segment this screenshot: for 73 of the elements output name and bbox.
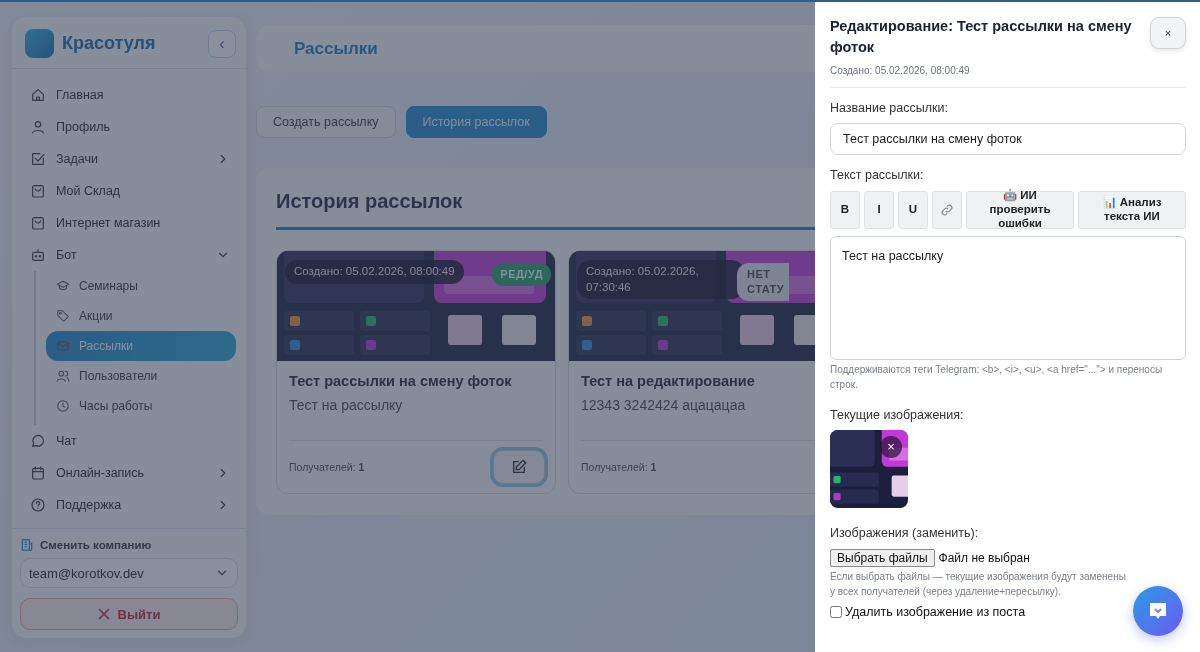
sidebar-subitem[interactable]: Рассылки (46, 331, 236, 361)
toolbar-button[interactable]: 🤖 ИИ проверить ошибки (966, 191, 1074, 230)
created-date: Создано: 05.02.2026, 08:00:49 (830, 65, 971, 77)
tag-icon (56, 309, 70, 323)
toolbar-button[interactable]: B (830, 191, 860, 230)
edit-button[interactable] (493, 450, 545, 484)
edit-icon (511, 459, 527, 475)
building-icon (20, 538, 34, 552)
home-icon (30, 87, 46, 103)
company-label: Сменить компанию (40, 539, 152, 551)
sidebar-subitem[interactable]: Часы работы (46, 391, 236, 421)
field-label: Текст рассылки: (830, 168, 925, 183)
checkbox[interactable] (830, 606, 842, 619)
text-field[interactable]: Тест на рассылку (830, 236, 1186, 361)
sidebar-subitem[interactable]: Акции (46, 301, 236, 331)
field-label: Название рассылки: (830, 101, 949, 116)
logo-icon (25, 29, 54, 58)
created-badge: Создано: 05.02.2026, 08:00:49 (285, 260, 464, 284)
drawer-title: Редактирование: Тест рассылки на смену фоток (830, 17, 1133, 57)
page-title: Рассылки (256, 25, 815, 72)
sidebar-item[interactable]: Бот (30, 239, 236, 271)
link-button[interactable] (932, 191, 962, 230)
sidebar-item[interactable]: Чат (30, 425, 236, 457)
sidebar-subitem[interactable]: Семинары (46, 271, 236, 301)
help-icon (30, 497, 46, 513)
brand-name: Красотуля (62, 33, 157, 54)
sidebar-item[interactable]: Интернет магазин (30, 207, 236, 239)
company-select[interactable]: team@korotkov.dev (20, 558, 238, 588)
graduation-cap-icon (56, 279, 70, 293)
sidebar-item[interactable]: Онлайн-запись (30, 457, 236, 489)
bag-icon (30, 183, 46, 199)
toolbar-button[interactable]: I (864, 191, 894, 230)
sidebar-item[interactable]: Профиль (30, 111, 236, 143)
card-text: 12343 3242424 ацацацаа (581, 397, 747, 413)
name-field[interactable]: Тест рассылки на смену фоток (830, 123, 1186, 156)
file-status: Файл не выбран (938, 551, 1030, 566)
card-title: Тест на редактирование (581, 373, 756, 389)
sidebar-item[interactable]: Задачи (30, 143, 236, 175)
sidebar-subitem[interactable]: Пользователи (46, 361, 236, 391)
logout-button[interactable]: Выйти (20, 598, 238, 630)
sidebar-item[interactable]: Главная (30, 79, 236, 111)
chat-button[interactable] (1133, 586, 1183, 636)
mail-icon (56, 339, 70, 353)
robot-icon (30, 247, 46, 263)
card-text: Тест на рассылку (289, 397, 404, 413)
toolbar-button[interactable]: 📊 Анализ текста ИИ (1078, 191, 1186, 230)
users-icon (56, 369, 70, 383)
hint-text: Поддерживаются теги Telegram: <b>, <i>, <u>, <a href="..."> и переносы строк. (830, 363, 1164, 392)
collapse-button[interactable]: ‹ (208, 29, 236, 58)
tab[interactable]: История рассылок (405, 106, 547, 138)
hint-text: Если выбрать файлы — текущие изображения будут заменены у всех получателей (через удаление+пересылку). (830, 570, 1127, 599)
recipients-count: Получателей: 1 (289, 461, 365, 473)
link-icon (940, 203, 954, 218)
checkbox-label: Удалить изображение из поста (845, 605, 1026, 620)
clock-icon (56, 399, 70, 413)
status-badge: НЕТ СТАТУ (737, 263, 789, 301)
sidebar-item[interactable]: Мой Склад (30, 175, 236, 207)
tab[interactable]: Создать рассылку (256, 106, 396, 138)
status-badge: РЕД/УД (492, 263, 551, 286)
field-label: Текущие изображения: (830, 408, 965, 423)
checkbox-icon (30, 151, 46, 167)
close-button[interactable]: × (1150, 17, 1186, 49)
card-title: Тест рассылки на смену фоток (289, 373, 513, 389)
close-icon (97, 608, 110, 620)
recipients-count: Получателей: 1 (581, 461, 657, 473)
bag-icon (30, 215, 46, 231)
chat-icon (30, 433, 46, 449)
toolbar-button[interactable]: U (898, 191, 928, 230)
choose-files-button[interactable]: Выбрать файлы (830, 549, 935, 568)
user-icon (30, 119, 46, 135)
field-label: Изображения (заменить): (830, 526, 980, 541)
calendar-icon (30, 465, 46, 481)
sidebar-item[interactable]: Поддержка (30, 489, 236, 521)
